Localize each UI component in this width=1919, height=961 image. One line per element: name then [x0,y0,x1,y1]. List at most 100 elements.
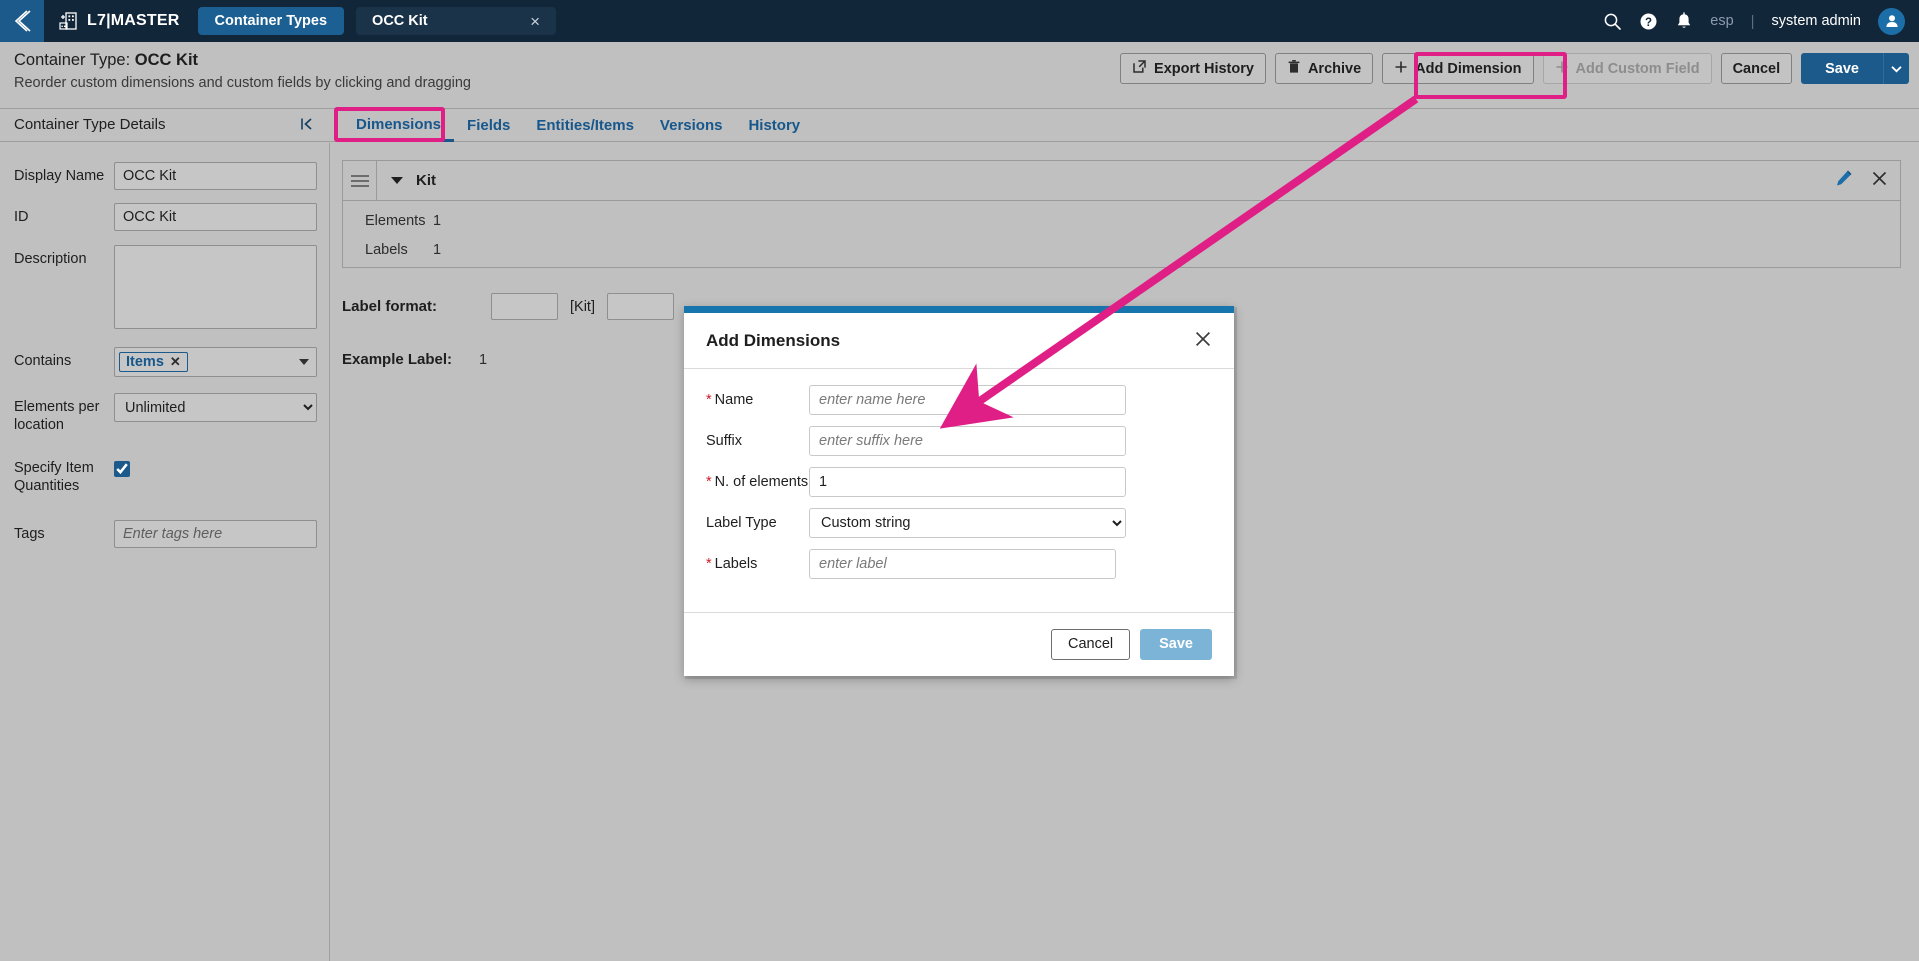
cancel-label: Cancel [1732,60,1781,77]
export-history-button[interactable]: Export History [1120,53,1266,84]
plus-icon [1394,60,1408,78]
modal-body: *Name Suffix *N. of elements Label Type … [684,369,1234,612]
close-icon[interactable] [1194,330,1212,352]
tags-input[interactable] [114,519,317,548]
modal-labels-input[interactable] [809,549,1116,579]
close-icon[interactable] [1871,170,1888,192]
contains-token-label: Items [126,354,164,370]
chevron-down-icon[interactable] [1883,53,1909,84]
labels-value: 1 [433,242,442,258]
nav-tab-occ-kit[interactable]: OCC Kit × [356,7,557,35]
elements-per-location-label: Elements per location [14,399,100,434]
dimension-card-kit: Kit Elements 1 Labels 1 [342,160,1901,268]
modal-n-elements-label-text: N. of elements [714,474,809,490]
drag-handle-icon[interactable] [343,161,377,200]
caret-down-icon[interactable] [391,177,403,184]
archive-button[interactable]: Archive [1274,53,1374,84]
modal-name-label-text: Name [714,392,754,408]
modal-n-elements-input[interactable] [809,467,1126,497]
nav-divider: | [1750,12,1755,30]
label-format-label: Label format: [342,298,438,315]
example-label-label: Example Label: [342,351,453,368]
search-icon[interactable] [1603,12,1622,31]
application-window: L7|MASTER Container Types OCC Kit × ? es… [0,0,1919,961]
collapse-panel-icon[interactable] [300,117,314,135]
labels-key: Labels [365,242,408,258]
bell-icon[interactable] [1675,11,1693,31]
dimension-row-labels: Labels 1 [365,242,1900,258]
top-navigation-bar: L7|MASTER Container Types OCC Kit × ? es… [0,0,1919,42]
field-specify-item-quantities: Specify Item Quantities [0,434,329,495]
modal-save-button[interactable]: Save [1140,628,1212,660]
field-description: Description [0,231,329,329]
required-marker: * [706,392,712,408]
dimension-card-actions [1835,161,1888,200]
add-dimensions-modal: Add Dimensions *Name Suffix *N. of eleme… [684,306,1234,676]
tab-history-label: History [748,117,801,134]
brand: L7|MASTER [58,11,180,31]
label-format-token: [Kit] [570,298,595,315]
dimension-card-header: Kit [343,161,1900,201]
tab-fields[interactable]: Fields [454,109,523,142]
modal-footer: Cancel Save [684,612,1234,675]
container-type-details-label: Container Type Details [14,116,166,133]
svg-text:?: ? [1645,17,1652,29]
page-title-value: OCC Kit [134,51,199,69]
display-name-input[interactable] [114,162,317,190]
description-textarea[interactable] [114,245,317,329]
add-dimension-button[interactable]: Add Dimension [1382,53,1534,84]
tab-entities-items[interactable]: Entities/Items [523,109,647,142]
label-format-prefix-input[interactable] [491,293,558,320]
back-chevron-icon[interactable] [0,0,44,42]
save-button[interactable]: Save [1801,53,1883,84]
specify-item-quantities-checkbox[interactable] [114,461,130,478]
elements-value: 1 [433,213,442,229]
field-display-name: Display Name [0,153,329,190]
modal-label-type-select[interactable]: Custom string [809,508,1126,538]
modal-suffix-input[interactable] [809,426,1126,456]
add-custom-field-button[interactable]: Add Custom Field [1542,53,1712,84]
elements-per-location-select[interactable]: Unlimited [114,393,317,422]
tab-dimensions[interactable]: Dimensions [343,109,455,142]
id-label: ID [14,209,29,225]
page-subtitle: Reorder custom dimensions and custom fie… [14,75,471,91]
top-right-actions: ? esp | system admin [1603,7,1919,35]
required-marker: * [706,556,712,572]
modal-cancel-button[interactable]: Cancel [1050,628,1131,660]
language-selector[interactable]: esp [1710,13,1733,29]
field-id: ID [0,190,329,231]
modal-suffix-label: Suffix [706,433,809,449]
chevron-down-icon[interactable] [299,359,309,365]
dimension-card-body: Elements 1 Labels 1 [343,201,1900,258]
tab-versions[interactable]: Versions [647,109,736,142]
close-icon[interactable]: ✕ [170,354,181,370]
pencil-icon[interactable] [1835,169,1853,192]
id-input[interactable] [114,203,317,231]
cancel-button[interactable]: Cancel [1720,53,1793,84]
modal-field-name: * Name [706,385,1212,415]
plus-icon [1555,60,1569,78]
page-title-prefix: Container Type: [14,51,135,69]
description-label: Description [14,251,87,267]
user-avatar-icon[interactable] [1878,7,1905,35]
add-custom-field-label: Add Custom Field [1575,60,1700,77]
save-button-group: Save [1801,53,1909,84]
contains-token-items: Items ✕ [119,352,188,372]
close-icon[interactable]: × [530,13,540,30]
help-circle-icon[interactable]: ? [1639,12,1658,31]
tab-entities-items-label: Entities/Items [536,117,634,134]
tab-history[interactable]: History [735,109,813,142]
page-title: Container Type: OCC Kit [14,51,198,70]
contains-select[interactable]: Items ✕ [114,347,317,377]
modal-name-input[interactable] [809,385,1126,415]
page-header: Container Type: OCC Kit Reorder custom d… [0,42,1919,109]
modal-field-n-elements: * N. of elements [706,467,1212,497]
modal-label-type-label-text: Label Type [706,515,777,531]
dimension-card-title: Kit [416,172,436,189]
nav-tab-container-types[interactable]: Container Types [197,7,345,35]
modal-n-elements-label: * N. of elements [706,474,809,490]
label-format-suffix-input[interactable] [606,293,674,320]
modal-top-stripe [684,306,1234,313]
username-label[interactable]: system admin [1772,13,1861,29]
modal-labels-label: * Labels [706,556,809,572]
